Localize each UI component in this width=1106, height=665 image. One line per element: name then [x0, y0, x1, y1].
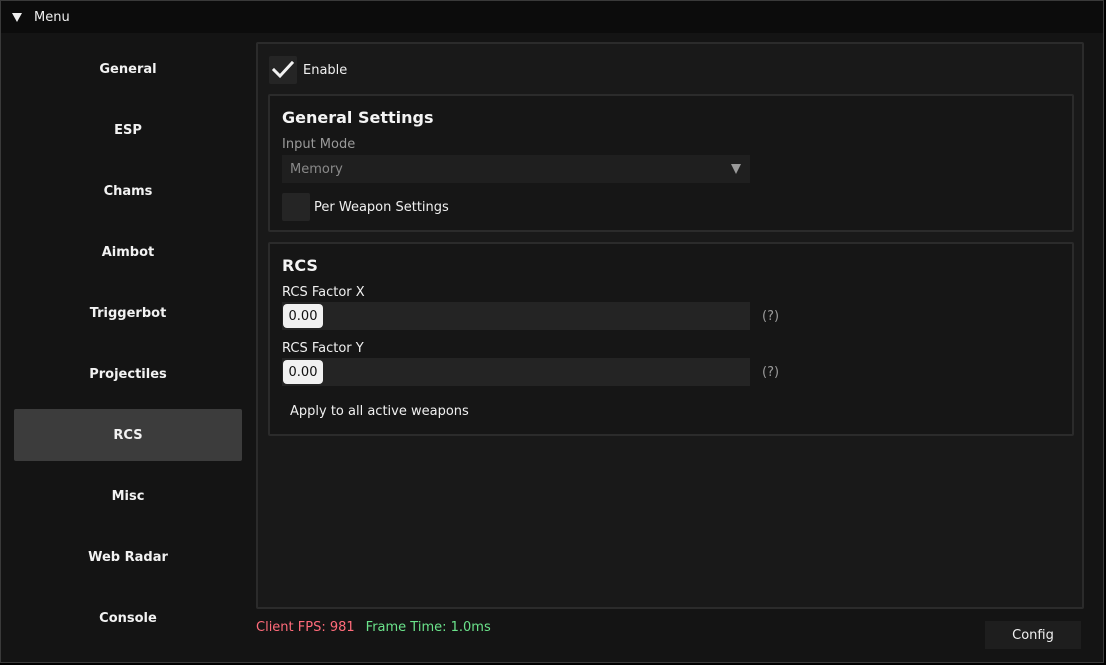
- rcs-factor-x-value[interactable]: 0.00: [283, 304, 323, 328]
- status-footer: Client FPS: 981 Frame Time: 1.0ms: [256, 620, 491, 635]
- rcs-factor-y-label: RCS Factor Y: [282, 341, 364, 356]
- enable-checkbox[interactable]: [269, 56, 297, 84]
- sidebar-item-misc[interactable]: Misc: [14, 470, 242, 522]
- sidebar-item-esp[interactable]: ESP: [14, 104, 242, 156]
- sidebar-item-chams[interactable]: Chams: [14, 165, 242, 217]
- sidebar-item-console[interactable]: Console: [14, 592, 242, 644]
- checkmark-icon: [272, 61, 294, 79]
- rcs-factor-y-slider[interactable]: 0.00: [282, 358, 750, 386]
- sidebar-item-triggerbot[interactable]: Triggerbot: [14, 287, 242, 339]
- window-title: Menu: [34, 9, 70, 25]
- input-mode-dropdown[interactable]: Memory: [282, 155, 750, 183]
- collapse-triangle-icon[interactable]: [12, 12, 22, 22]
- enable-checkbox-row[interactable]: Enable: [269, 56, 347, 84]
- enable-label: Enable: [303, 62, 348, 78]
- apply-all-weapons-button[interactable]: Apply to all active weapons: [282, 397, 477, 425]
- rcs-factor-x-slider[interactable]: 0.00: [282, 302, 750, 330]
- sidebar-item-projectiles[interactable]: Projectiles: [14, 348, 242, 400]
- main-panel: Enable General Settings Input Mode Memor…: [256, 42, 1084, 609]
- dropdown-arrow-icon: [731, 164, 741, 174]
- sidebar-item-general[interactable]: General: [14, 43, 242, 95]
- per-weapon-settings-label: Per Weapon Settings: [314, 199, 449, 215]
- rcs-factor-y-help-icon[interactable]: (?): [762, 365, 779, 380]
- rcs-factor-x-help-icon[interactable]: (?): [762, 309, 779, 324]
- rcs-factor-y-value[interactable]: 0.00: [283, 360, 323, 384]
- per-weapon-settings-row[interactable]: Per Weapon Settings: [282, 193, 449, 221]
- menu-window: Menu General ESP Chams Aimbot Triggerbot…: [0, 0, 1104, 663]
- sidebar-item-web-radar[interactable]: Web Radar: [14, 531, 242, 583]
- sidebar-item-aimbot[interactable]: Aimbot: [14, 226, 242, 278]
- rcs-factor-x-label: RCS Factor X: [282, 285, 365, 300]
- per-weapon-settings-checkbox[interactable]: [282, 193, 310, 221]
- input-mode-label: Input Mode: [282, 137, 356, 152]
- rcs-title: RCS: [282, 256, 318, 275]
- client-fps: Client FPS: 981: [256, 620, 355, 635]
- rcs-group: RCS RCS Factor X 0.00 (?) RCS Factor Y 0…: [268, 242, 1074, 436]
- frame-time: Frame Time: 1.0ms: [365, 620, 491, 635]
- input-mode-value: Memory: [290, 161, 343, 177]
- general-settings-group: General Settings Input Mode Memory Per W…: [268, 94, 1074, 232]
- general-settings-title: General Settings: [282, 108, 434, 127]
- sidebar-item-rcs[interactable]: RCS: [14, 409, 242, 461]
- config-button[interactable]: Config: [985, 621, 1081, 649]
- title-bar[interactable]: Menu: [1, 1, 1103, 33]
